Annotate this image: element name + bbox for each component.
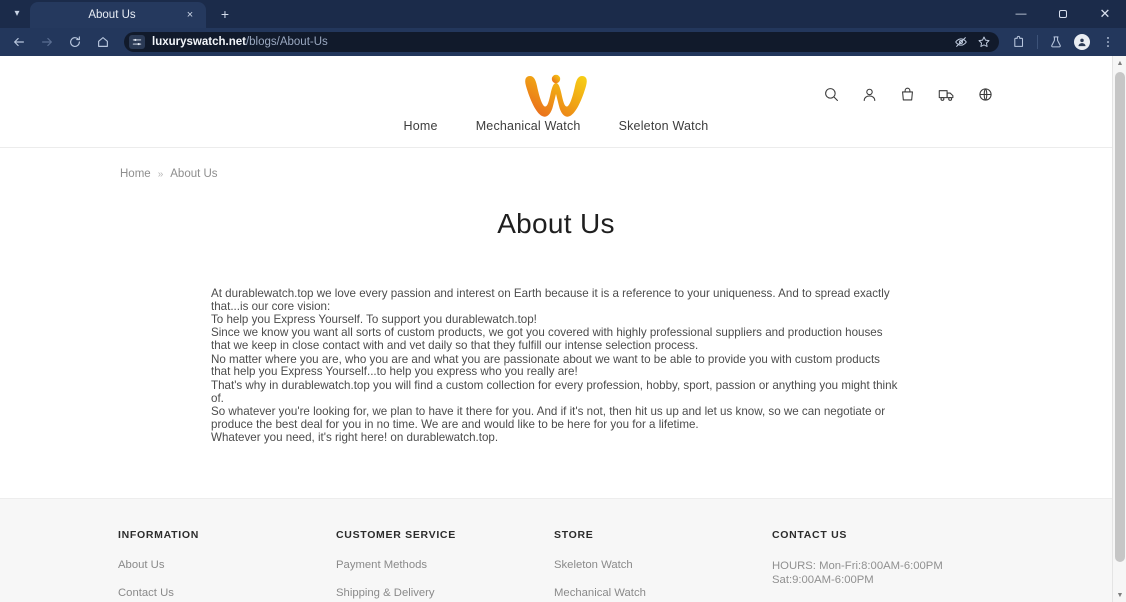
- extensions-icon[interactable]: [1007, 31, 1031, 53]
- article-body: At durablewatch.top we love every passio…: [211, 287, 901, 445]
- back-icon[interactable]: [6, 31, 32, 53]
- close-icon[interactable]: ×: [182, 7, 198, 23]
- search-icon[interactable]: [823, 86, 840, 103]
- site-header: Home Mechanical Watch Skeleton Watch: [0, 56, 1112, 148]
- footer-link-contact-us[interactable]: Contact Us: [118, 587, 336, 599]
- globe-language-icon[interactable]: [977, 86, 994, 103]
- nav-item-skeleton-watch[interactable]: Skeleton Watch: [619, 119, 709, 133]
- footer-column-title: INFORMATION: [118, 529, 199, 541]
- reload-icon[interactable]: [62, 31, 88, 53]
- article-paragraph: Since we know you want all sorts of cust…: [211, 326, 883, 353]
- forward-icon: [34, 31, 60, 53]
- footer-link-shipping-delivery[interactable]: Shipping & Delivery: [336, 587, 554, 599]
- footer-column-title: CUSTOMER SERVICE: [336, 529, 456, 541]
- address-bar[interactable]: luxuryswatch.net/blogs/About-Us: [124, 32, 999, 52]
- breadcrumb: Home » About Us: [0, 148, 1112, 180]
- new-tab-button[interactable]: +: [212, 1, 238, 27]
- scrollbar-track[interactable]: [1113, 70, 1126, 588]
- maximize-icon[interactable]: [1042, 0, 1084, 28]
- menu-kebab-icon[interactable]: [1096, 31, 1120, 53]
- omnibox-actions: [954, 35, 993, 49]
- logo-w-icon: [525, 74, 587, 117]
- scrollbar-thumb[interactable]: [1115, 72, 1125, 562]
- footer-link-mechanical-watch[interactable]: Mechanical Watch: [554, 587, 772, 599]
- nav-item-mechanical-watch[interactable]: Mechanical Watch: [476, 119, 581, 133]
- article-paragraph: No matter where you are, who you are and…: [211, 352, 880, 379]
- article-paragraph: That's why in durablewatch.top you will …: [211, 378, 898, 405]
- footer-columns: INFORMATION About Us Contact Us Privacy …: [0, 499, 1112, 602]
- minimize-icon[interactable]: —: [1000, 0, 1042, 28]
- footer-column-title: CONTACT US: [772, 529, 848, 541]
- tab-search-chevron-icon[interactable]: ▾: [4, 0, 30, 26]
- site-settings-icon[interactable]: [129, 35, 145, 49]
- footer-column-contact: CONTACT US HOURS: Mon-Fri:8:00AM-6:00PM …: [772, 529, 1022, 602]
- footer-link-about-us[interactable]: About Us: [118, 559, 336, 571]
- browser-tab[interactable]: About Us ×: [30, 2, 206, 28]
- home-icon[interactable]: [90, 31, 116, 53]
- article-paragraph: At durablewatch.top we love every passio…: [211, 287, 890, 313]
- header-icon-group: [823, 86, 994, 103]
- article-paragraph: To help you Express Yourself. To support…: [211, 313, 537, 327]
- browser-window: ▾ About Us × + — ✕ luxuryswatch.net/blog…: [0, 0, 1126, 602]
- scroll-down-icon[interactable]: ▼: [1113, 588, 1126, 602]
- browser-toolbar: luxuryswatch.net/blogs/About-Us: [0, 28, 1126, 56]
- footer-column-store: STORE Skeleton Watch Mechanical Watch: [554, 529, 772, 602]
- page-scrollbar[interactable]: ▲ ▼: [1112, 56, 1126, 602]
- store-hours: HOURS: Mon-Fri:8:00AM-6:00PM Sat:9:00AM-…: [772, 560, 943, 586]
- footer-column-information: INFORMATION About Us Contact Us Privacy …: [118, 529, 336, 602]
- nav-item-home[interactable]: Home: [404, 119, 438, 133]
- main-nav: Home Mechanical Watch Skeleton Watch: [0, 119, 1112, 147]
- breadcrumb-separator-icon: »: [157, 168, 164, 180]
- toolbar-divider: [1037, 35, 1038, 49]
- toolbar-actions: [1007, 31, 1120, 53]
- delivery-truck-icon[interactable]: [937, 86, 956, 103]
- page-title: About Us: [497, 208, 615, 239]
- url-domain: luxuryswatch.net: [152, 36, 246, 48]
- window-controls: — ✕: [1000, 0, 1126, 28]
- footer-column-customer-service: CUSTOMER SERVICE Payment Methods Shippin…: [336, 529, 554, 602]
- footer-link-payment-methods[interactable]: Payment Methods: [336, 559, 554, 571]
- scroll-up-icon[interactable]: ▲: [1113, 56, 1126, 70]
- article-paragraph: So whatever you're looking for, we plan …: [211, 404, 886, 431]
- tab-strip: ▾ About Us × + — ✕: [0, 0, 1126, 28]
- eye-slash-icon[interactable]: [954, 35, 968, 49]
- url-text: luxuryswatch.net/blogs/About-Us: [152, 36, 328, 48]
- tab-title: About Us: [88, 9, 136, 21]
- footer-link-skeleton-watch[interactable]: Skeleton Watch: [554, 559, 772, 571]
- breadcrumb-current: About Us: [170, 168, 218, 180]
- footer-column-title: STORE: [554, 529, 594, 541]
- cart-bag-icon[interactable]: [899, 86, 916, 103]
- window-close-icon[interactable]: ✕: [1084, 0, 1126, 28]
- url-path: /blogs/About-Us: [245, 36, 328, 48]
- web-page: Home Mechanical Watch Skeleton Watch Hom…: [0, 56, 1112, 602]
- article-paragraph: Whatever you need, it's right here! on d…: [211, 431, 499, 445]
- page-viewport: Home Mechanical Watch Skeleton Watch Hom…: [0, 56, 1126, 602]
- breadcrumb-home[interactable]: Home: [120, 168, 151, 180]
- account-icon[interactable]: [861, 86, 878, 103]
- star-icon[interactable]: [977, 35, 991, 49]
- profile-avatar-icon[interactable]: [1070, 31, 1094, 53]
- site-footer: INFORMATION About Us Contact Us Privacy …: [0, 498, 1112, 602]
- avatar: [1074, 34, 1090, 50]
- labs-flask-icon[interactable]: [1044, 31, 1068, 53]
